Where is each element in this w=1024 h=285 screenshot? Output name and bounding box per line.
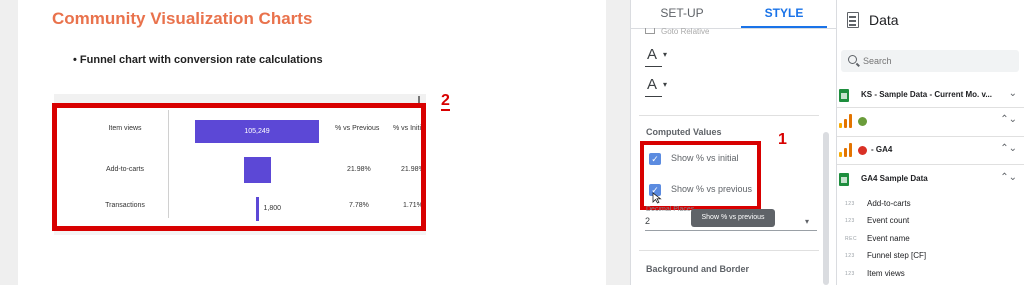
sheets-icon xyxy=(839,89,849,102)
chart-resize-handle[interactable] xyxy=(418,96,420,103)
mouse-cursor-icon xyxy=(652,192,662,204)
field-name: Event name xyxy=(867,234,910,243)
source-emoji-icon xyxy=(858,117,867,126)
field-name: Add-to-carts xyxy=(867,199,911,208)
chevron-down-icon: ▾ xyxy=(663,80,668,89)
data-source-analytics[interactable]: ⌃⌄ xyxy=(839,112,1019,132)
field-name: Funnel step [CF] xyxy=(867,251,927,260)
field-name: Item views xyxy=(867,269,905,278)
number-type-icon: 123 xyxy=(845,201,855,207)
sheets-icon xyxy=(839,173,849,186)
cut-off-label: Goto Relative xyxy=(661,27,710,34)
analytics-icon xyxy=(839,114,853,128)
tooltip: Show % vs previous xyxy=(691,209,775,227)
section-title-computed: Computed Values xyxy=(646,127,722,137)
source-divider xyxy=(837,107,1024,108)
data-source-ga4-sample[interactable]: GA4 Sample Data ⌃⌄ xyxy=(839,170,1019,190)
dropdown-underline xyxy=(645,230,817,231)
search-box[interactable] xyxy=(841,50,1019,72)
data-panel-title: Data xyxy=(869,12,899,28)
chart-bottom-strip xyxy=(54,231,426,235)
checkbox-cut-off[interactable] xyxy=(645,28,655,34)
text-type-icon: REC xyxy=(845,236,858,242)
annotation-number-1: 1 xyxy=(778,131,787,148)
field-name: Event count xyxy=(867,216,910,225)
expand-icon[interactable]: ⌄ xyxy=(1009,88,1017,99)
chart-toolbar-strip xyxy=(54,94,426,103)
font-color-icon: A xyxy=(647,46,658,63)
data-source-ks-sample[interactable]: KS - Sample Data - Current Mo. v... ⌄ xyxy=(839,86,1019,106)
source-divider xyxy=(837,164,1024,165)
source-divider xyxy=(837,136,1024,137)
data-source-label: - GA4 xyxy=(871,145,893,154)
number-type-icon: 123 xyxy=(845,218,855,224)
color-swatch-line xyxy=(645,96,662,97)
data-source-ga4[interactable]: - GA4 ⌃⌄ xyxy=(839,141,1019,161)
dropdown-caret-icon[interactable]: ▾ xyxy=(805,217,809,226)
section-title-background: Background and Border xyxy=(646,264,750,274)
number-type-icon: 123 xyxy=(845,253,855,259)
font-color-icon: A xyxy=(647,76,658,93)
tab-style[interactable]: STYLE xyxy=(733,0,835,28)
chart-highlight-box xyxy=(52,103,426,231)
data-panel: Data KS - Sample Data - Current Mo. v...… xyxy=(836,0,1024,285)
expand-collapse-icon[interactable]: ⌃⌄ xyxy=(1000,143,1017,154)
number-type-icon: 123 xyxy=(845,271,855,277)
font-color-control-2[interactable]: A ▾ xyxy=(645,76,675,97)
font-color-control[interactable]: A ▾ xyxy=(645,46,675,67)
decimal-places-value[interactable]: 2 xyxy=(645,216,650,226)
properties-scrollbar[interactable] xyxy=(823,132,829,285)
data-panel-icon xyxy=(847,12,859,28)
chevron-down-icon: ▾ xyxy=(663,50,668,59)
data-source-label: KS - Sample Data - Current Mo. v... xyxy=(861,90,992,99)
color-swatch-line xyxy=(645,66,662,67)
section-divider xyxy=(639,250,819,251)
decimal-places-label: Decimal Places xyxy=(646,206,695,212)
section-divider xyxy=(639,115,819,116)
page-title: Community Visualization Charts xyxy=(52,9,313,28)
analytics-icon xyxy=(839,143,853,157)
bullet-text: • Funnel chart with conversion rate calc… xyxy=(73,54,323,66)
data-source-label: GA4 Sample Data xyxy=(861,174,928,183)
search-icon xyxy=(848,55,857,64)
tab-setup[interactable]: SET-UP xyxy=(631,0,733,28)
search-input[interactable] xyxy=(863,53,1013,69)
expand-collapse-icon[interactable]: ⌃⌄ xyxy=(1000,114,1017,125)
source-emoji-icon xyxy=(858,146,867,155)
annotation-number-2: 2 xyxy=(441,92,450,111)
expand-collapse-icon[interactable]: ⌃⌄ xyxy=(1000,172,1017,183)
